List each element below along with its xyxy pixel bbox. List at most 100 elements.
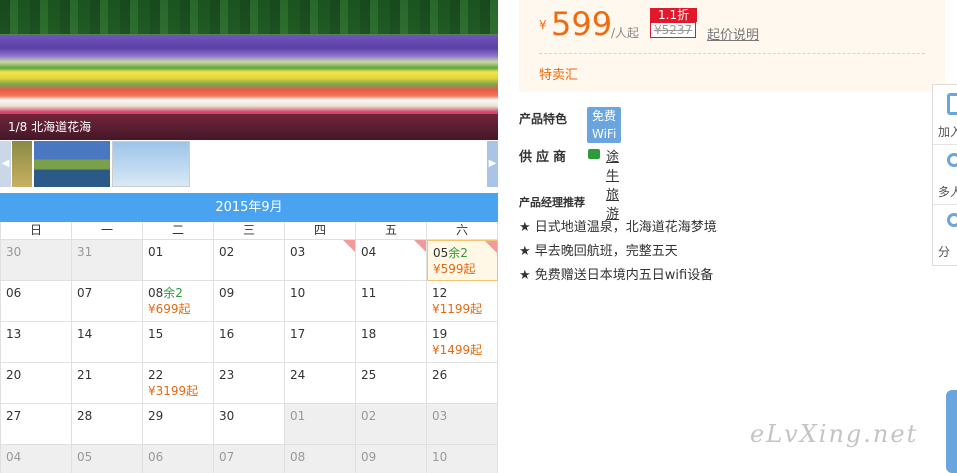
features-label: 产品特色 xyxy=(519,112,568,126)
feedback-side-tab[interactable] xyxy=(946,390,957,473)
gallery-thumbnail[interactable] xyxy=(12,141,32,187)
calendar-day-number: 15 xyxy=(148,327,164,341)
calendar-day[interactable]: 03 xyxy=(285,240,356,281)
tool-group[interactable]: 多人 xyxy=(933,145,957,205)
calendar-day[interactable]: 29 xyxy=(143,404,214,445)
calendar-day[interactable]: 21 xyxy=(72,363,143,404)
calendar-day-number: 11 xyxy=(361,286,377,300)
calendar-day-number: 21 xyxy=(77,368,93,382)
tool-label: 分 xyxy=(938,245,951,259)
gallery-thumbnail[interactable] xyxy=(112,141,190,187)
calendar-day[interactable]: 22 ¥3199起 xyxy=(143,363,214,404)
calendar-day: 10 xyxy=(427,445,498,473)
calendar-day-number: 28 xyxy=(77,409,93,423)
recommend-title: 产品经理推荐 xyxy=(519,196,585,209)
tool-share[interactable]: 分 xyxy=(933,205,957,265)
price-row: ¥ 599 /人起 1.1折 ¥5237 起价说明 xyxy=(539,6,925,51)
remaining-seats: 余2 xyxy=(163,286,183,300)
calendar-day[interactable]: 05余2 ¥599起 xyxy=(427,240,498,281)
calendar-day-number: 25 xyxy=(361,368,377,382)
calendar-day[interactable]: 27 xyxy=(1,404,72,445)
calendar-day[interactable]: 11 xyxy=(356,281,427,322)
day-price: ¥599起 xyxy=(433,262,476,276)
chevron-left-icon[interactable]: ◀ xyxy=(0,141,11,187)
calendar-day-number: 17 xyxy=(290,327,306,341)
calendar-day-grid: 30 31 01 02 03 04 05余2 ¥599起 06 07 08余2 ¥699起 09 10 11… xyxy=(0,240,498,473)
price-divider xyxy=(539,53,925,54)
price-explain-link[interactable]: 起价说明 xyxy=(707,24,759,43)
calendar-day[interactable]: 17 xyxy=(285,322,356,363)
day-price: ¥3199起 xyxy=(148,384,199,398)
calendar-day[interactable]: 08余2 ¥699起 xyxy=(143,281,214,322)
gallery-main-photo[interactable]: 1/8 北海道花海 xyxy=(0,0,498,140)
calendar-day[interactable]: 24 xyxy=(285,363,356,404)
price-currency: ¥ xyxy=(539,18,547,32)
calendar-day-number: 12 xyxy=(432,286,448,300)
discount-badge: 1.1折 xyxy=(650,8,698,22)
calendar-day[interactable]: 15 xyxy=(143,322,214,363)
calendar-day[interactable]: 16 xyxy=(214,322,285,363)
promo-corner-icon xyxy=(485,241,497,253)
day-price: ¥1499起 xyxy=(432,343,483,357)
calendar-day[interactable]: 18 xyxy=(356,322,427,363)
calendar-day-number: 30 xyxy=(6,245,22,259)
calendar-weekday: 五 xyxy=(356,222,427,240)
calendar-day[interactable]: 07 xyxy=(72,281,143,322)
side-toolbar: 加入 多人 分 xyxy=(932,84,957,266)
calendar-day: 09 xyxy=(356,445,427,473)
calendar-day-number: 30 xyxy=(219,409,235,423)
calendar-day[interactable]: 25 xyxy=(356,363,427,404)
calendar-weekday: 四 xyxy=(285,222,356,240)
calendar-weekday: 二 xyxy=(143,222,214,240)
calendar-weekday-row: 日一二三四五六 xyxy=(0,222,498,240)
calendar-day[interactable]: 26 xyxy=(427,363,498,404)
calendar-day[interactable]: 20 xyxy=(1,363,72,404)
calendar-day-number: 16 xyxy=(219,327,235,341)
gallery-thumbnail[interactable] xyxy=(34,141,110,187)
calendar-day[interactable]: 14 xyxy=(72,322,143,363)
calendar-day[interactable]: 23 xyxy=(214,363,285,404)
calendar-day: 31 xyxy=(72,240,143,281)
calendar-day[interactable]: 02 xyxy=(214,240,285,281)
calendar-day-number: 27 xyxy=(6,409,22,423)
calendar-day[interactable]: 30 xyxy=(214,404,285,445)
supplier-link[interactable]: 途牛旅游 xyxy=(606,146,619,222)
recommend-list: ★ 日式地道温泉，北海道花海梦境 ★ 早去晚回航班，完整五天 ★ 免费赠送日本境… xyxy=(519,216,717,288)
calendar-weekday: 六 xyxy=(427,222,498,240)
price-amount: 599 xyxy=(551,5,613,43)
calendar-day: 06 xyxy=(143,445,214,473)
special-sale-label[interactable]: 特卖汇 xyxy=(539,64,925,83)
calendar-day[interactable]: 01 xyxy=(143,240,214,281)
calendar-day[interactable]: 09 xyxy=(214,281,285,322)
photo-tree-line xyxy=(0,0,498,34)
calendar-day-number: 08 xyxy=(148,286,164,300)
calendar-day-number: 04 xyxy=(361,245,377,259)
calendar-day-number: 04 xyxy=(6,450,22,464)
calendar-day[interactable]: 28 xyxy=(72,404,143,445)
calendar-day[interactable]: 19 ¥1499起 xyxy=(427,322,498,363)
original-price: ¥5237 xyxy=(650,22,697,38)
calendar-day-number: 31 xyxy=(77,245,93,259)
calendar-day[interactable]: 10 xyxy=(285,281,356,322)
calendar-day[interactable]: 06 xyxy=(1,281,72,322)
recommend-item: ★ 日式地道温泉，北海道花海梦境 xyxy=(519,220,717,235)
calendar-day[interactable]: 04 xyxy=(356,240,427,281)
tool-favorite[interactable]: 加入 xyxy=(933,85,957,145)
calendar-day-number: 10 xyxy=(290,286,306,300)
day-price: ¥699起 xyxy=(148,302,191,316)
calendar-day[interactable]: 13 xyxy=(1,322,72,363)
calendar-day-number: 09 xyxy=(219,286,235,300)
calendar-day[interactable]: 12 ¥1199起 xyxy=(427,281,498,322)
calendar-day-number: 22 xyxy=(148,368,164,382)
departure-calendar: 2015年9月 日一二三四五六 30 31 01 02 03 04 05余2 ¥599起 06 0… xyxy=(0,193,498,473)
calendar-day: 07 xyxy=(214,445,285,473)
calendar-day-number: 26 xyxy=(432,368,448,382)
price-unit: /人起 xyxy=(611,26,640,40)
calendar-day-number: 03 xyxy=(290,245,306,259)
calendar-day-number: 14 xyxy=(77,327,93,341)
calendar-day: 08 xyxy=(285,445,356,473)
chevron-right-icon[interactable]: ▶ xyxy=(487,141,498,187)
calendar-day-number: 23 xyxy=(219,368,235,382)
calendar-day: 04 xyxy=(1,445,72,473)
calendar-weekday: 一 xyxy=(72,222,143,240)
